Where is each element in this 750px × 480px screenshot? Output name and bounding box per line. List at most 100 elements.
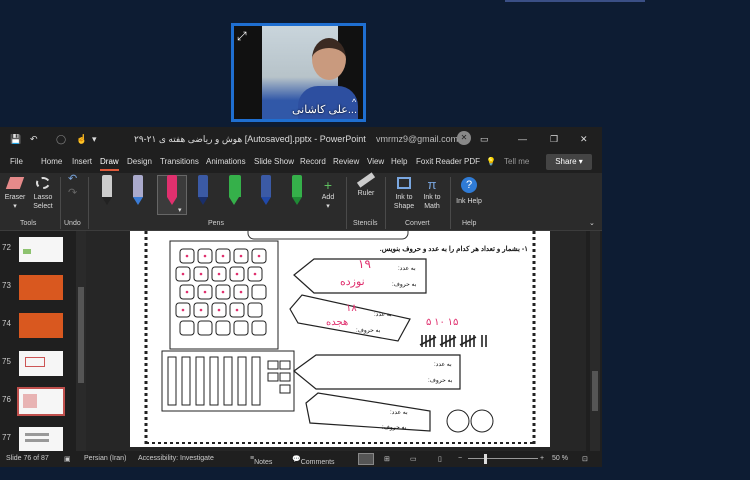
- group-tools-label: Tools: [20, 220, 37, 227]
- close-icon[interactable]: ✕: [580, 134, 588, 145]
- group-pens-label: Pens: [208, 220, 224, 227]
- touch-mode-icon[interactable]: ☝: [76, 134, 87, 145]
- group-help-label: Help: [462, 220, 477, 227]
- document-title: هوش و ریاضی هفته ی ۲۱-۲۹ [Autosaved].ppt…: [134, 134, 366, 144]
- collapse-ribbon-icon[interactable]: ⌄: [589, 219, 595, 228]
- ink-to-math-button[interactable]: π Ink to Math: [419, 177, 445, 211]
- undo-icon[interactable]: ↶: [30, 134, 38, 145]
- tab-view[interactable]: View: [367, 157, 384, 166]
- zoom-thumb[interactable]: [484, 454, 487, 464]
- thumbnail-74[interactable]: 74: [2, 313, 63, 338]
- eraser-button[interactable]: Eraser ▾: [3, 177, 27, 211]
- powerpoint-window: 💾 ↶ ◯ ☝ ▾ هوش و ریاضی هفته ی ۲۱-۲۹ [Auto…: [0, 127, 602, 467]
- titlebar: 💾 ↶ ◯ ☝ ▾ هوش و ریاضی هفته ی ۲۱-۲۹ [Auto…: [0, 127, 602, 151]
- slide-show-button[interactable]: ▯: [438, 455, 442, 463]
- group-stencils-label: Stencils: [353, 220, 378, 227]
- ink-answer-3: ۵ ۱۰ ۱۵: [426, 317, 459, 328]
- tab-home[interactable]: Home: [41, 157, 62, 166]
- thumbnail-73[interactable]: 73: [2, 275, 63, 300]
- normal-view-button[interactable]: [358, 453, 374, 465]
- profile-avatar[interactable]: ✕: [457, 131, 471, 145]
- save-icon[interactable]: 💾: [10, 134, 21, 145]
- pen-pink[interactable]: [167, 175, 177, 207]
- share-button[interactable]: Share ▾: [546, 154, 592, 170]
- comments-label: Comments: [300, 459, 335, 466]
- tab-review[interactable]: Review: [333, 157, 359, 166]
- zoom-slider[interactable]: [468, 458, 538, 459]
- tab-insert[interactable]: Insert: [72, 157, 92, 166]
- share-label: Share: [555, 157, 577, 166]
- participant-name: علی کاشانی...: [292, 104, 357, 116]
- zoom-out-button[interactable]: −: [458, 455, 462, 462]
- redo-button[interactable]: ↷: [68, 188, 77, 199]
- video-tile[interactable]: ⤢ ^ علی کاشانی...: [231, 23, 366, 122]
- thumbnail-77[interactable]: 77: [2, 427, 63, 452]
- tab-file[interactable]: File: [10, 157, 23, 166]
- tab-transitions[interactable]: Transitions: [160, 157, 199, 166]
- label-number-3: به عدد:: [434, 362, 452, 368]
- slide-sorter-button[interactable]: ⊞: [384, 455, 390, 463]
- pen-navy[interactable]: [198, 175, 208, 207]
- qat-more-icon[interactable]: ▾: [92, 134, 97, 145]
- comments-button[interactable]: 💬 Comments: [292, 455, 335, 466]
- accessibility-status[interactable]: Accessibility: Investigate: [138, 455, 214, 462]
- ink-to-math-label: Ink to Math: [423, 194, 441, 210]
- ribbon-tabs: File Home Insert Draw Design Transitions…: [0, 151, 602, 173]
- pen-options-chevron-icon[interactable]: ▾: [178, 206, 182, 215]
- ink-to-shape-button[interactable]: Ink to Shape: [391, 177, 417, 211]
- reading-view-button[interactable]: ▭: [410, 455, 417, 463]
- group-undo-label: Undo: [64, 220, 81, 227]
- exercise-heading: ۱- بشمار و تعداد هر کدام را به عدد و حرو…: [379, 246, 528, 253]
- group-convert-label: Convert: [405, 220, 430, 227]
- lasso-icon: [36, 177, 50, 189]
- ink-help-button[interactable]: ? Ink Help: [456, 177, 482, 206]
- thumbnail-72[interactable]: 72: [2, 237, 63, 262]
- label-number-4: به عدد:: [390, 410, 408, 416]
- notes-button[interactable]: ≡ Notes: [250, 455, 272, 466]
- highlighter-green[interactable]: [229, 175, 241, 207]
- minimize-icon[interactable]: —: [518, 134, 527, 144]
- tell-me-search[interactable]: Tell me: [504, 157, 529, 166]
- lightbulb-icon: 💡: [486, 157, 496, 166]
- thumbnail-75[interactable]: 75: [2, 351, 63, 376]
- pen-light-blue[interactable]: [133, 175, 143, 207]
- tab-draw[interactable]: Draw: [100, 157, 119, 171]
- notes-label: Notes: [254, 459, 273, 466]
- restore-icon[interactable]: ❐: [550, 134, 558, 145]
- top-edge-bar: [505, 0, 645, 2]
- zoom-level[interactable]: 50 %: [552, 455, 568, 462]
- slide-scrollbar[interactable]: [590, 231, 600, 451]
- pen-blue[interactable]: [261, 175, 271, 207]
- language-indicator[interactable]: Persian (Iran): [84, 455, 126, 462]
- account-email[interactable]: vmrmz9@gmail.com: [376, 134, 458, 144]
- tab-slide-show[interactable]: Slide Show: [254, 157, 294, 166]
- pen-green[interactable]: [292, 175, 302, 207]
- fit-slide-icon[interactable]: ⊡: [582, 455, 588, 463]
- pen-black[interactable]: [102, 175, 112, 207]
- spelling-icon[interactable]: ▣: [64, 455, 71, 463]
- tab-foxit-reader-pdf[interactable]: Foxit Reader PDF: [416, 157, 480, 166]
- plus-icon: +: [323, 177, 333, 193]
- label-number-1: به عدد:: [398, 266, 416, 272]
- tab-record[interactable]: Record: [300, 157, 326, 166]
- lasso-label: Lasso Select: [33, 194, 53, 210]
- label-words-4: به حروف:: [382, 425, 407, 431]
- tab-help[interactable]: Help: [391, 157, 407, 166]
- lasso-select-button[interactable]: Lasso Select: [30, 177, 56, 211]
- eraser-icon: [5, 177, 25, 189]
- ruler-button[interactable]: Ruler: [354, 172, 378, 198]
- pi-icon: π: [427, 177, 437, 192]
- undo-button[interactable]: ↶: [68, 174, 77, 185]
- thumbnail-76-selected[interactable]: 76: [2, 387, 65, 416]
- ribbon-display-icon[interactable]: ▭: [480, 134, 489, 145]
- thumbnails-scrollbar[interactable]: [76, 231, 86, 451]
- tab-design[interactable]: Design: [127, 157, 152, 166]
- ruler-label: Ruler: [357, 190, 375, 197]
- zoom-in-button[interactable]: +: [540, 455, 544, 462]
- ink-answer-2a: ۱۸: [346, 303, 357, 314]
- expand-icon[interactable]: ⤢: [237, 29, 247, 44]
- redo-icon[interactable]: ◯: [56, 134, 66, 145]
- ink-help-label: Ink Help: [456, 198, 482, 205]
- add-pen-button[interactable]: + Add ▾: [318, 177, 338, 211]
- tab-animations[interactable]: Animations: [206, 157, 246, 166]
